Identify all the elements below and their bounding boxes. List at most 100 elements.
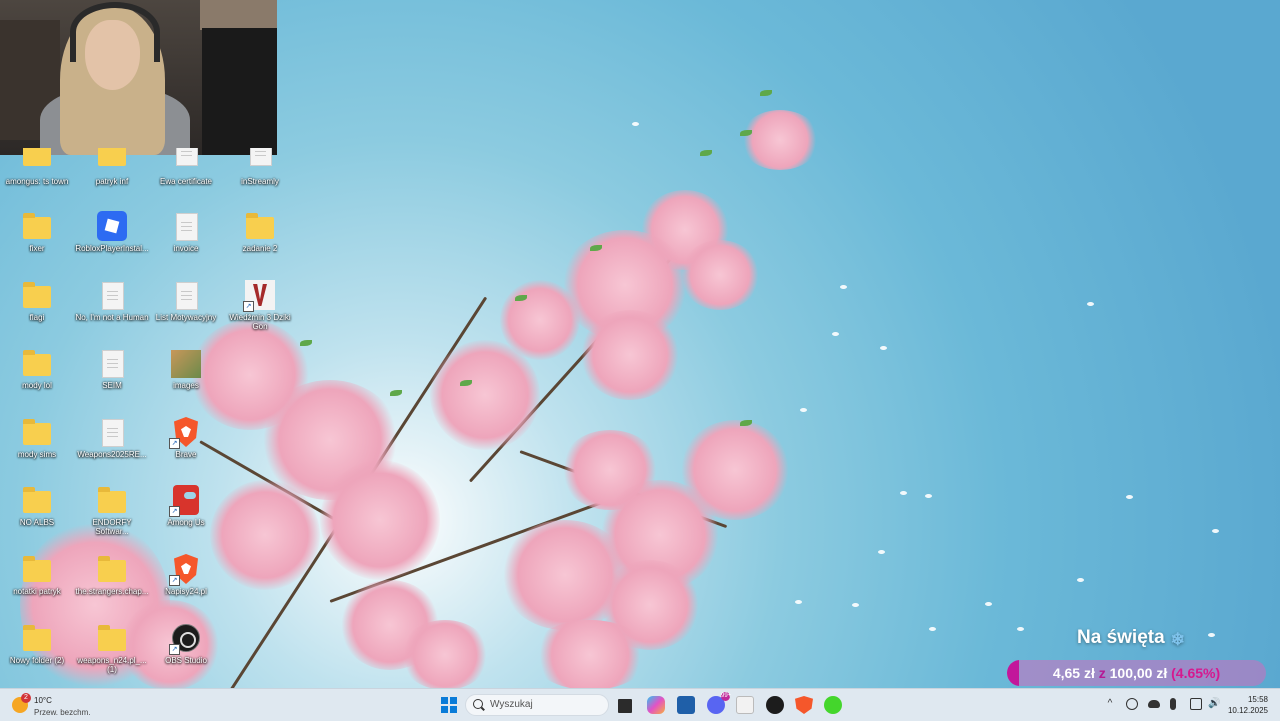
desktop-icon[interactable]: the.strangers.chap... — [75, 554, 149, 596]
background-speaker — [202, 28, 277, 155]
weather-widget[interactable]: 2 10°C Przew. bezchm. — [12, 693, 102, 719]
desktop-icon[interactable]: patryk inf — [75, 148, 149, 186]
petal — [1208, 633, 1215, 637]
blossom — [320, 460, 440, 580]
desktop-icon[interactable]: Weapons2025RE... — [75, 417, 149, 459]
image-thumbnail-icon — [171, 348, 201, 378]
folder-icon — [245, 211, 275, 241]
folder-icon — [22, 554, 52, 584]
blossom — [210, 480, 320, 590]
leaf — [700, 150, 712, 156]
shortcut-arrow-icon: ↗ — [169, 506, 180, 517]
brave-icon: ↗ — [169, 554, 201, 586]
brave-taskbar-icon[interactable] — [795, 696, 813, 714]
desktop-icon[interactable]: No, I'm not a Human — [75, 280, 149, 322]
taskbar: 2 10°C Przew. bezchm. 99+ ^ 🔊 15:58 10.1… — [0, 688, 1280, 721]
blossom — [400, 620, 490, 690]
desktop-icon[interactable]: notatki patryk — [0, 554, 74, 596]
folder-icon — [22, 485, 52, 515]
folder-icon-shape — [23, 350, 51, 376]
folder-icon — [97, 554, 127, 584]
weather-description: Przew. bezchm. — [34, 708, 91, 717]
headset-icon — [70, 2, 160, 62]
petal — [1077, 578, 1084, 582]
desktop-icon[interactable]: zadanie 2 — [223, 211, 297, 253]
desktop-icon[interactable]: ↗ Wiedźmin 3 Dziki Gon — [223, 280, 297, 331]
folder-icon — [22, 211, 52, 241]
desktop-icon[interactable]: NO ALBS — [0, 485, 74, 527]
desktop-icon-label: Wiedźmin 3 Dziki Gon — [229, 313, 291, 331]
sync-icon[interactable] — [1126, 698, 1138, 710]
goal-title: Na święta ❄ — [1077, 627, 1187, 649]
desktop-icon-label: mody sims — [17, 450, 57, 459]
document-icon-shape — [250, 148, 272, 166]
show-hidden-icons-chevron[interactable]: ^ — [1104, 698, 1116, 710]
goal-progress-bar: 4,65 zł z 100,00 zł (4.65%) — [1007, 660, 1266, 686]
document-icon — [97, 348, 127, 378]
shortcut-arrow-icon: ↗ — [169, 438, 180, 449]
shortcut-arrow-icon: ↗ — [243, 301, 254, 312]
shortcut-arrow-icon: ↗ — [169, 575, 180, 586]
taskbar-search[interactable] — [465, 694, 609, 716]
desktop-icon-label: ENDORFY Softwar... — [92, 518, 132, 536]
petal — [878, 550, 885, 554]
desktop-icon-label: mody lol — [22, 381, 52, 390]
folder-icon-shape — [23, 213, 51, 239]
petal — [1087, 302, 1094, 306]
desktop-icon[interactable]: fixer — [0, 211, 74, 253]
folder-icon-shape — [98, 625, 126, 651]
desktop-icon[interactable]: inStreamly — [223, 148, 297, 186]
folder-icon — [22, 280, 52, 310]
desktop-icon[interactable]: mody lol — [0, 348, 74, 390]
desktop-icon[interactable]: weapons_n24.pl_... (1) — [75, 623, 149, 674]
volume-icon[interactable]: 🔊 — [1208, 698, 1220, 710]
onedrive-cloud-icon[interactable] — [1148, 700, 1160, 708]
start-button[interactable] — [441, 697, 457, 713]
desktop-icon[interactable]: invoice — [149, 211, 223, 253]
document-icon — [97, 417, 127, 447]
desktop-icon[interactable]: ↗ Among Us — [149, 485, 223, 527]
desktop-icon[interactable]: Nowy folder (2) — [0, 623, 74, 665]
petal — [795, 600, 802, 604]
task-view-icon[interactable] — [618, 699, 632, 713]
leaf — [760, 90, 772, 96]
desktop-icon[interactable]: flagi — [0, 280, 74, 322]
document-icon — [171, 148, 201, 174]
desktop-icon[interactable]: ↗ OBS Studio — [149, 623, 223, 665]
desktop-icon[interactable]: RobloxPlayerInstal... — [75, 211, 149, 253]
microsoft-store-icon[interactable] — [677, 696, 695, 714]
desktop-icon[interactable]: List Motywacyjny — [149, 280, 223, 322]
desktop-icon[interactable]: SEIM — [75, 348, 149, 390]
desktop-icon[interactable]: amongus: ts town — [0, 148, 74, 186]
desktop-icon-label: flagi — [29, 313, 45, 322]
desktop-icon[interactable]: ↗ Napisy24.pl — [149, 554, 223, 596]
petal — [800, 408, 807, 412]
clock-time: 15:58 — [1247, 695, 1268, 704]
petal — [985, 602, 992, 606]
microphone-icon[interactable] — [1170, 698, 1176, 710]
desktop-icon[interactable]: ↗ Brave — [149, 417, 223, 459]
desktop-icon-label: No, I'm not a Human — [75, 313, 149, 322]
discord-icon[interactable]: 99+ — [707, 692, 731, 714]
razer-icon[interactable] — [824, 696, 842, 714]
file-explorer-icon[interactable] — [736, 696, 754, 714]
windows-logo-icon — [450, 706, 457, 713]
desktop-icon[interactable]: Ewa certificate — [149, 148, 223, 186]
system-clock[interactable]: 15:58 10.12.2025 — [1228, 694, 1268, 716]
desktop-icon[interactable]: images — [149, 348, 223, 390]
folder-icon-shape — [23, 625, 51, 651]
folder-icon — [22, 148, 52, 174]
leaf — [300, 340, 312, 346]
desktop-icon-label: Brave — [175, 450, 197, 459]
goal-progress-text: 4,65 zł z 100,00 zł (4.65%) — [1007, 660, 1266, 686]
desktop-icon[interactable]: ENDORFY Softwar... — [75, 485, 149, 536]
search-input[interactable] — [488, 698, 602, 711]
desktop-icon[interactable]: mody sims — [0, 417, 74, 459]
copilot-icon[interactable] — [647, 696, 665, 714]
obs-taskbar-icon[interactable] — [766, 696, 784, 714]
goal-target: 100,00 zł — [1109, 665, 1168, 681]
petal — [925, 494, 932, 498]
roblox-icon — [97, 211, 127, 241]
document-icon-shape — [176, 282, 198, 310]
network-icon[interactable] — [1190, 698, 1202, 710]
